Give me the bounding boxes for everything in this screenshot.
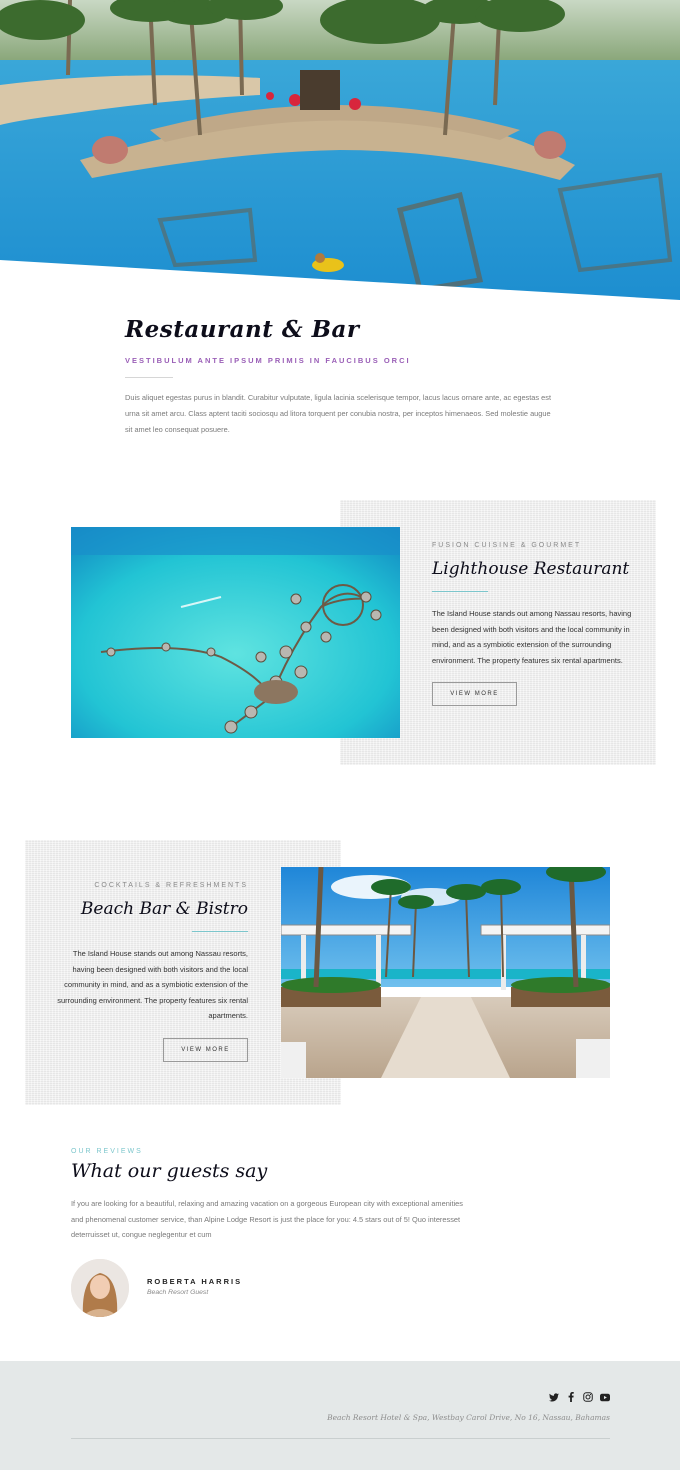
divider xyxy=(192,931,248,932)
intro-paragraph: Duis aliquet egestas purus in blandit. C… xyxy=(125,393,552,434)
instagram-icon[interactable] xyxy=(583,1392,593,1402)
view-more-button[interactable]: VIEW MORE xyxy=(163,1037,248,1062)
divider xyxy=(432,591,488,592)
review-text: If you are looking for a beautiful, rela… xyxy=(71,1199,463,1239)
footer-address: Beach Resort Hotel & Spa, Westbay Carol … xyxy=(327,1413,610,1422)
author-name: ROBERTA HARRIS xyxy=(147,1277,243,1286)
footer: Beach Resort Hotel & Spa, Westbay Carol … xyxy=(0,1361,680,1470)
venue-eyebrow: FUSION CUISINE & GOURMET xyxy=(432,542,582,549)
section-subtitle: VESTIBULUM ANTE IPSUM PRIMIS IN FAUCIBUS… xyxy=(125,356,411,365)
venue-eyebrow: COCKTAILS & REFRESHMENTS xyxy=(94,882,248,889)
twitter-icon[interactable] xyxy=(549,1392,559,1402)
divider xyxy=(125,377,173,378)
lighthouse-photo xyxy=(71,527,400,738)
avatar xyxy=(71,1259,129,1317)
venue-title: Beach Bar & Bistro xyxy=(80,899,248,919)
footer-divider xyxy=(71,1438,610,1439)
reviews-eyebrow: OUR REVIEWS xyxy=(71,1148,143,1155)
facebook-icon[interactable] xyxy=(566,1392,576,1402)
social-links xyxy=(549,1392,610,1402)
venue-card-lighthouse: FUSION CUISINE & GOURMET Lighthouse Rest… xyxy=(432,542,632,706)
author-role: Beach Resort Guest xyxy=(147,1289,209,1296)
view-more-button[interactable]: VIEW MORE xyxy=(432,682,517,706)
intro-section: Restaurant & Bar VESTIBULUM ANTE IPSUM P… xyxy=(125,316,555,438)
hero-image xyxy=(0,0,680,300)
section-title: Restaurant & Bar xyxy=(125,316,360,343)
youtube-icon[interactable] xyxy=(600,1392,610,1402)
venue-description: The Island House stands out among Nassau… xyxy=(57,949,248,1020)
review-author: ROBERTA HARRIS Beach Resort Guest xyxy=(71,1259,331,1317)
venue-description: The Island House stands out among Nassau… xyxy=(432,609,632,665)
reviews-title: What our guests say xyxy=(71,1160,268,1182)
venue-card-beach-bar: COCKTAILS & REFRESHMENTS Beach Bar & Bis… xyxy=(50,882,248,1062)
venue-title: Lighthouse Restaurant xyxy=(432,559,630,579)
reviews-section: OUR REVIEWS What our guests say If you a… xyxy=(71,1148,471,1243)
beach-bar-photo xyxy=(281,867,610,1078)
